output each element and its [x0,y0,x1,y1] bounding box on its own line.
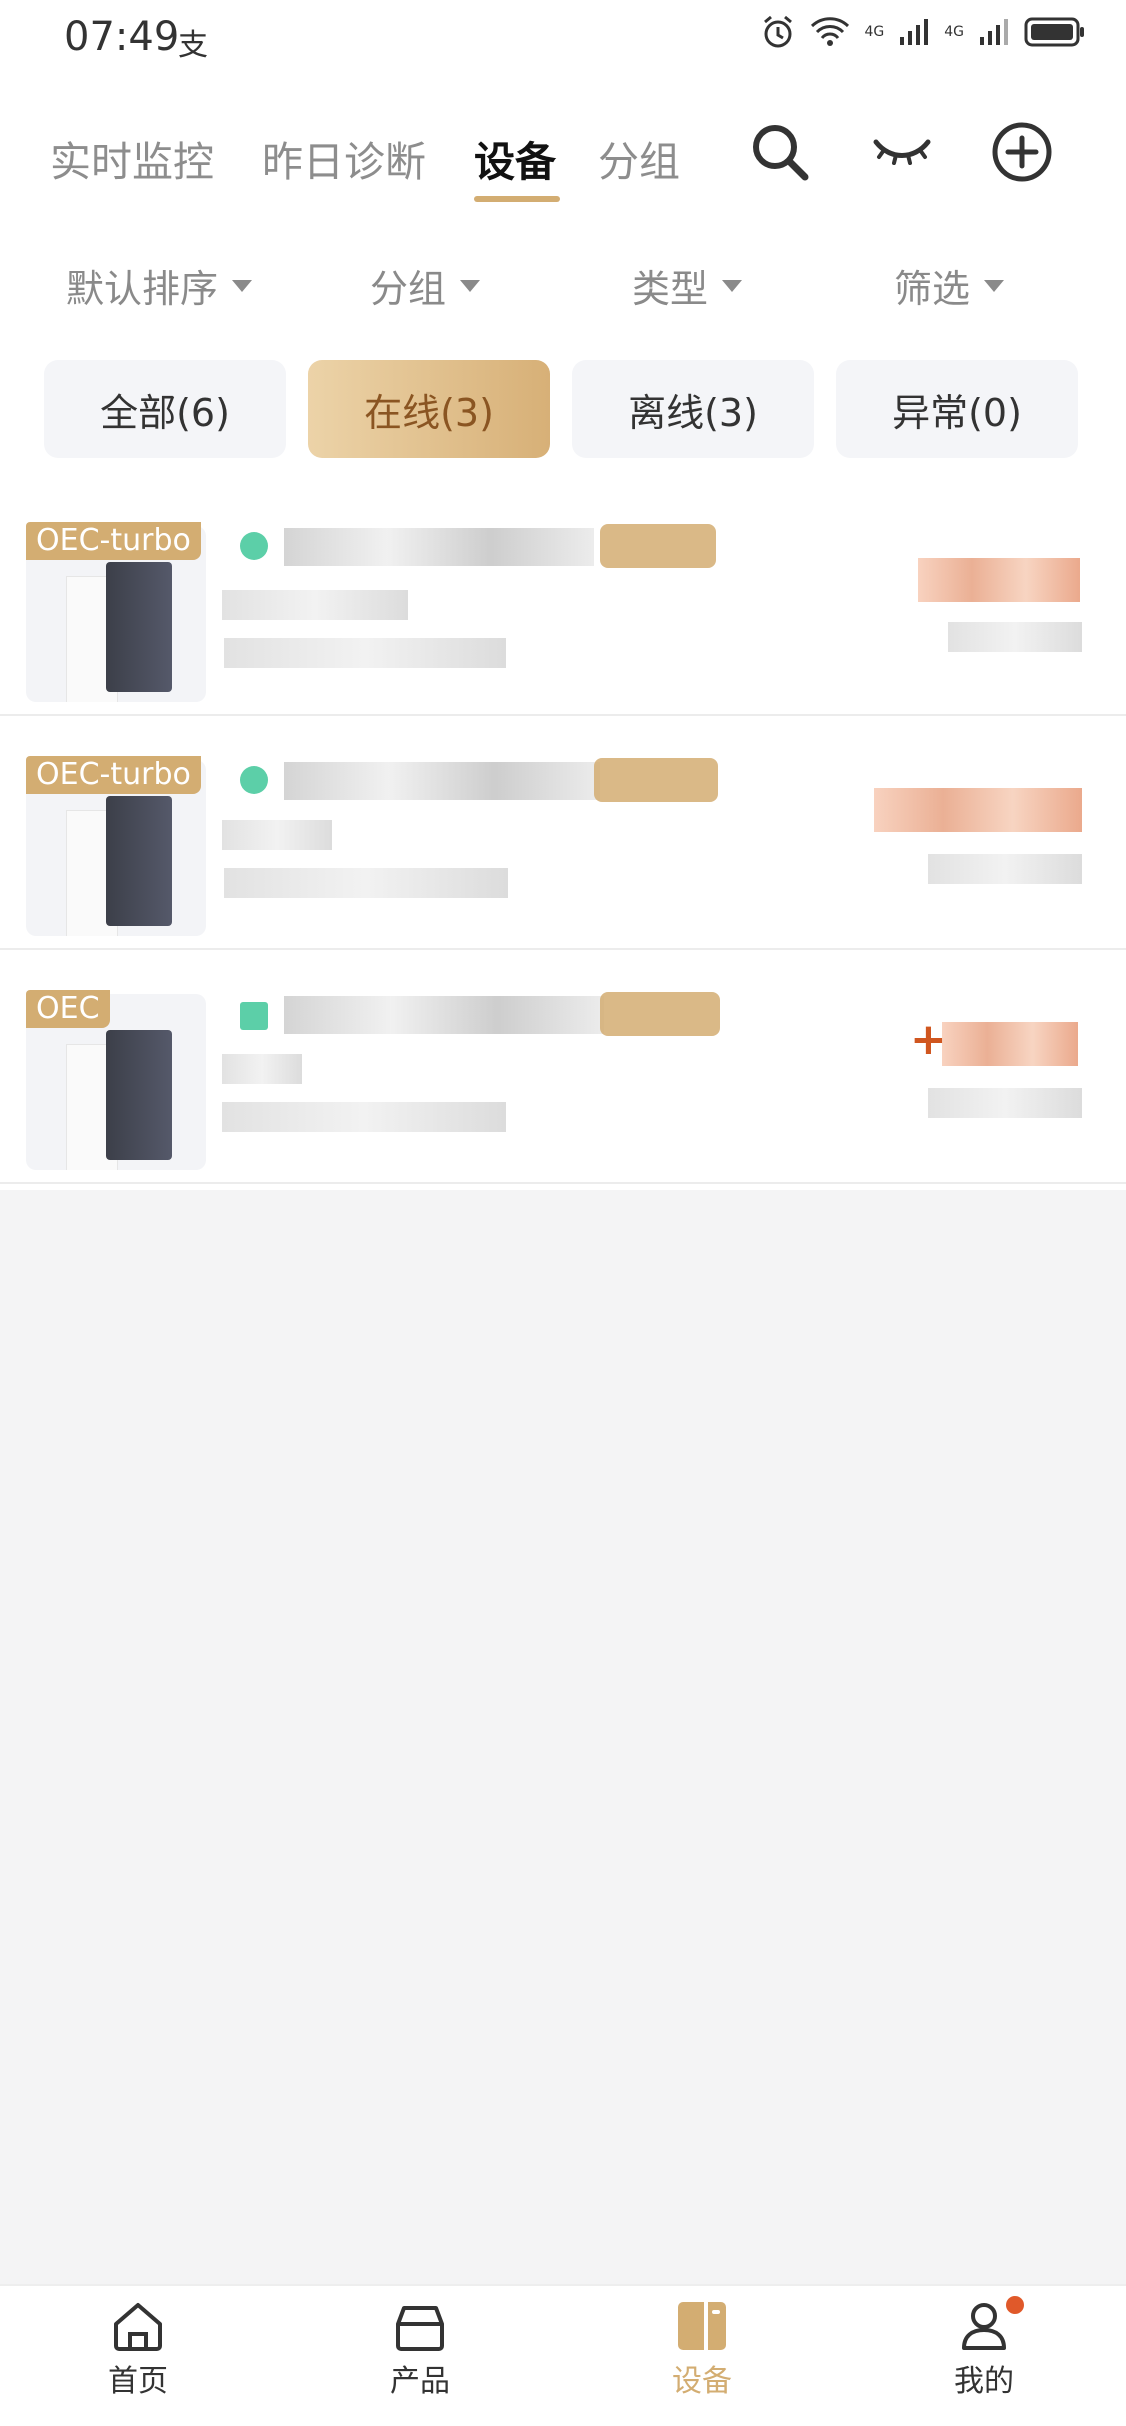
nav-profile[interactable]: 我的 [914,2296,1054,2400]
segment-online[interactable]: 在线(3) [308,360,550,458]
segment-abnormal[interactable]: 异常(0) [836,360,1078,458]
filter-type[interactable]: 类型 [632,258,743,313]
add-icon[interactable] [990,120,1054,184]
nav-products[interactable]: 产品 [350,2300,490,2400]
status-bar: 07:49 支 4G 4G [0,0,1126,80]
device-model-redacted [222,820,332,850]
bottom-navigation: 首页 产品 设备 我的 [0,2284,1126,2426]
device-model-tag: OEC-turbo [26,756,201,794]
device-card[interactable]: OEC + [0,950,1126,1184]
device-name-redacted [284,996,604,1034]
segment-offline[interactable]: 离线(3) [572,360,814,458]
online-status-dot [240,1002,268,1030]
tab-groups[interactable]: 分组 [598,128,680,188]
nav-home[interactable]: 首页 [68,2300,208,2400]
hide-eye-icon[interactable] [870,120,934,184]
status-time: 07:49 [64,14,180,60]
device-time-redacted [948,622,1082,652]
nav-products-label: 产品 [390,2364,450,2399]
home-icon [114,2303,162,2351]
caret-down-icon [460,279,481,292]
network-label-2: 4G [944,24,964,40]
caret-down-icon [984,279,1005,292]
alarm-icon [764,15,793,48]
device-name-redacted [284,762,600,800]
device-location-redacted [224,868,508,898]
device-model-tag: OEC-turbo [26,522,201,560]
tab-realtime-monitor[interactable]: 实时监控 [50,128,214,188]
device-label-chip [594,758,718,802]
tab-devices[interactable]: 设备 [474,128,556,188]
bag-icon [396,2306,444,2351]
filter-group-label: 分组 [370,267,447,311]
active-tab-indicator [474,196,560,202]
caret-down-icon [722,279,743,292]
battery-icon [1024,17,1084,47]
filter-sort-label: 默认排序 [66,267,219,311]
search-icon[interactable] [748,120,812,184]
device-value-redacted [918,558,1080,602]
profile-icon [962,2303,1006,2350]
status-icons: 4G 4G [760,14,1086,50]
device-value-redacted [874,788,1082,832]
nav-devices-label: 设备 [672,2364,732,2399]
online-status-dot [240,532,268,560]
device-model-redacted [222,1054,302,1084]
filter-screen[interactable]: 筛选 [894,258,1005,313]
device-location-redacted [224,638,506,668]
device-icon [678,2302,726,2350]
filter-sort[interactable]: 默认排序 [66,258,253,313]
device-label-chip [600,524,716,568]
device-card[interactable]: OEC-turbo [0,716,1126,950]
signal-icon [900,19,929,45]
filter-group[interactable]: 分组 [370,258,481,313]
device-label-chip [600,992,720,1036]
device-value-redacted [942,1022,1078,1066]
filter-screen-label: 筛选 [894,267,971,311]
device-time-redacted [928,1088,1082,1118]
notification-badge [1006,2296,1024,2314]
device-time-redacted [928,854,1082,884]
device-model-redacted [222,590,408,620]
online-status-dot [240,766,268,794]
caret-down-icon [232,279,253,292]
filter-type-label: 类型 [632,267,709,311]
tab-yesterday-diagnosis[interactable]: 昨日诊断 [262,128,426,188]
segment-all[interactable]: 全部(6) [44,360,286,458]
nav-devices[interactable]: 设备 [632,2300,772,2400]
device-card[interactable]: OEC-turbo [0,482,1126,716]
nav-home-label: 首页 [108,2364,168,2399]
network-label-1: 4G [864,24,885,40]
nav-profile-label: 我的 [954,2364,1014,2399]
signal-icon-2 [980,19,1008,45]
wifi-icon [811,17,850,46]
device-model-tag: OEC [26,990,110,1028]
device-location-redacted [222,1102,506,1132]
payment-app-icon: 支 [178,28,208,63]
device-name-redacted [284,528,594,566]
